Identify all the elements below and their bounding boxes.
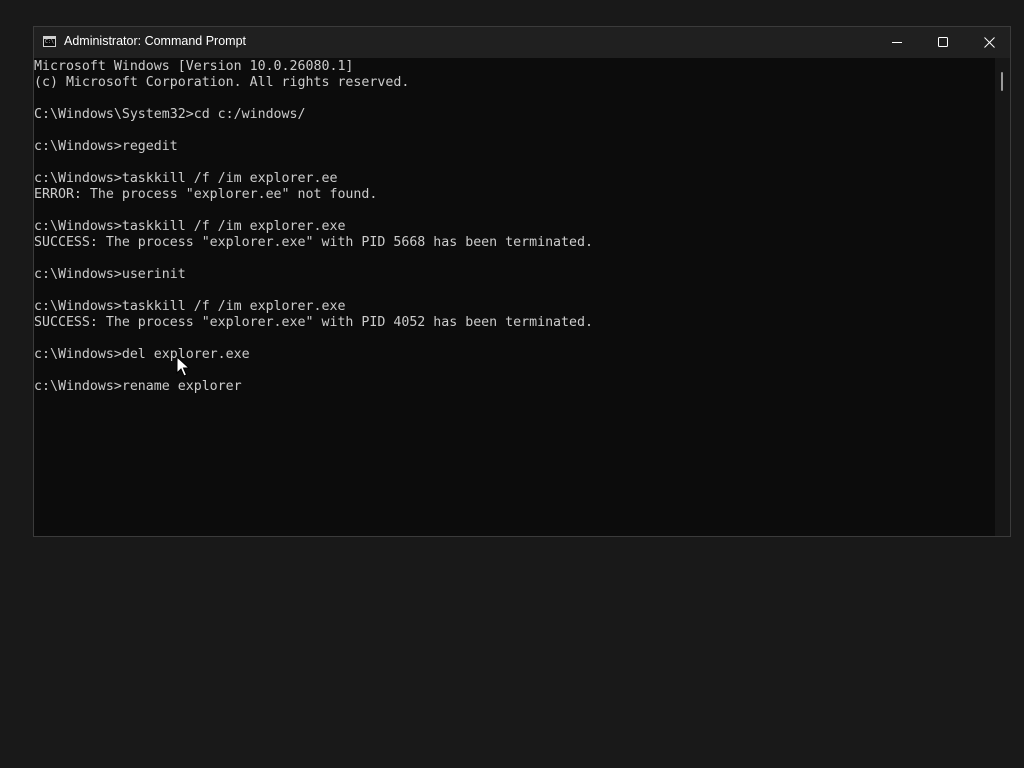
console-line: Microsoft Windows [Version 10.0.26080.1] <box>34 59 354 74</box>
mouse-pointer-icon <box>176 356 190 377</box>
console-line: c:\Windows>taskkill /f /im explorer.exe <box>34 219 346 234</box>
console-line: SUCCESS: The process "explorer.exe" with… <box>34 235 593 250</box>
close-button[interactable] <box>966 27 1012 58</box>
console-line: ERROR: The process "explorer.ee" not fou… <box>34 187 378 202</box>
console-line: c:\Windows>del explorer.exe <box>34 347 250 362</box>
console-input-line[interactable]: c:\Windows>rename explorer <box>34 379 242 395</box>
maximize-button[interactable] <box>920 27 966 58</box>
window-title: Administrator: Command Prompt <box>64 34 247 48</box>
console-line: (c) Microsoft Corporation. All rights re… <box>34 75 410 90</box>
close-icon <box>984 37 995 48</box>
vertical-scrollbar[interactable] <box>995 58 1010 536</box>
console-line: C:\Windows\System32>cd c:/windows/ <box>34 107 306 122</box>
console-line: SUCCESS: The process "explorer.exe" with… <box>34 315 593 330</box>
console-output[interactable]: Microsoft Windows [Version 10.0.26080.1]… <box>34 58 995 536</box>
command-prompt-window[interactable]: Administrator: Command Prompt Microsoft … <box>33 26 1011 537</box>
scrollbar-thumb[interactable] <box>1001 72 1003 91</box>
console-line: c:\Windows>taskkill /f /im explorer.ee <box>34 171 338 186</box>
command-prompt-icon <box>43 36 56 47</box>
title-bar[interactable]: Administrator: Command Prompt <box>34 27 1010 58</box>
console-line: c:\Windows>regedit <box>34 139 178 154</box>
console-line: c:\Windows>taskkill /f /im explorer.exe <box>34 299 346 314</box>
maximize-icon <box>938 37 948 47</box>
minimize-icon <box>892 42 902 43</box>
minimize-button[interactable] <box>874 27 920 58</box>
console-line: c:\Windows>userinit <box>34 267 186 282</box>
